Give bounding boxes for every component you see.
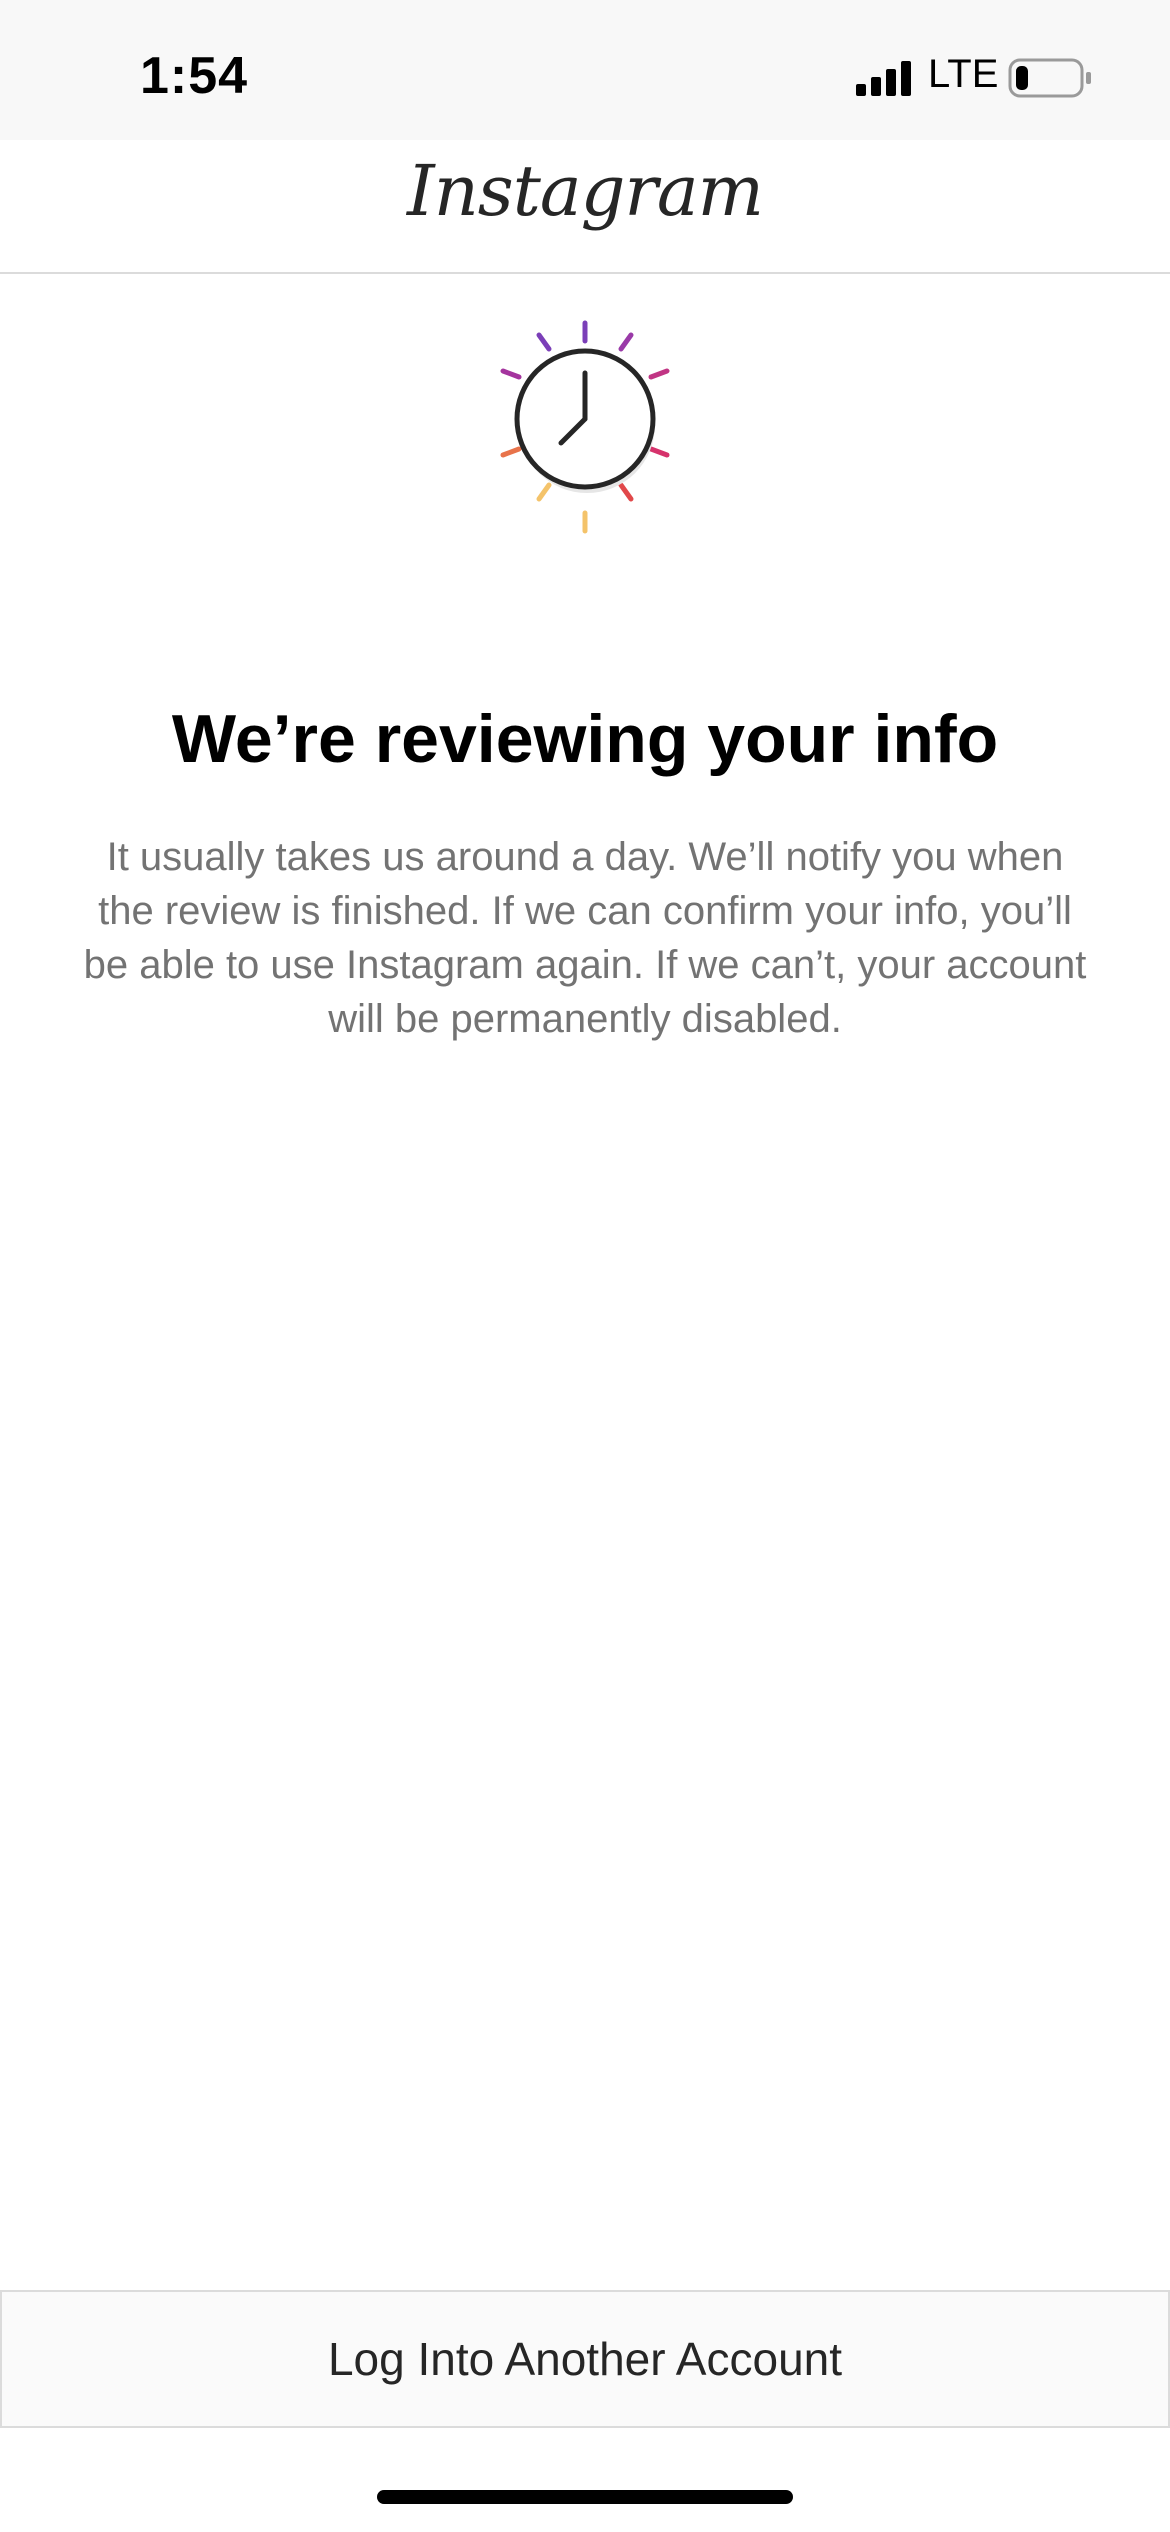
clock-icon [500,320,670,534]
battery-icon [1008,58,1091,98]
review-description: It usually takes us around a day. We’ll … [83,835,1087,1041]
log-into-another-account-button[interactable]: Log Into Another Account [0,2290,1170,2428]
instagram-logo: Instagram [407,150,764,232]
network-type-label: LTE [928,52,999,96]
review-screen: 1:54 LTE Instagram We’re reviewing your … [0,0,1170,2532]
log-into-another-account-label: Log Into Another Account [327,2333,843,2385]
home-indicator[interactable] [377,2490,793,2504]
review-title: We’re reviewing your info [171,701,999,777]
cellular-signal-icon [856,61,911,96]
status-time: 1:54 [140,47,249,105]
status-bar: 1:54 LTE [0,0,1170,140]
app-header: Instagram [0,140,1170,274]
